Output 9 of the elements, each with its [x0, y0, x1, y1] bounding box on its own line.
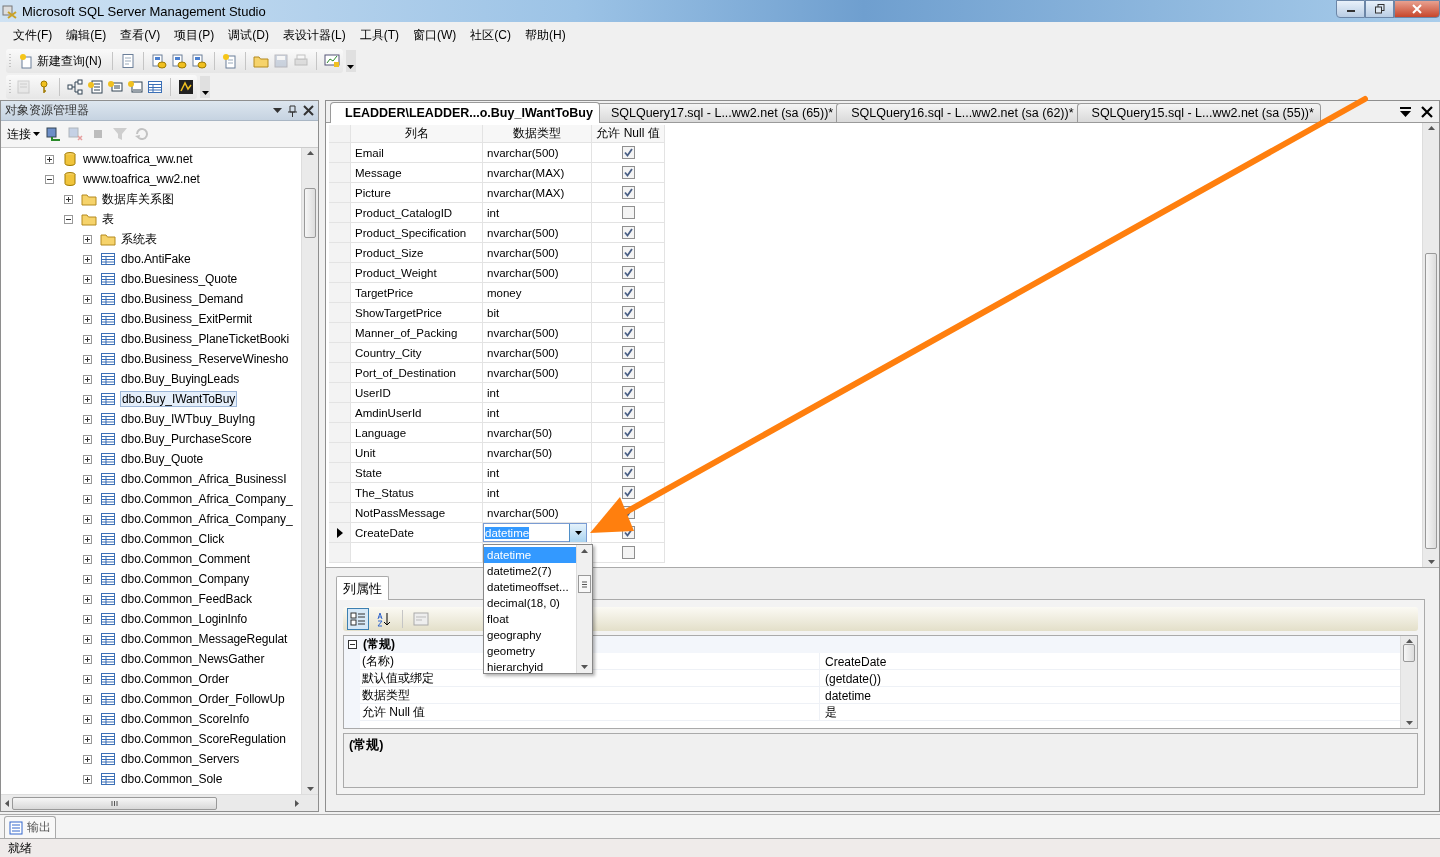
- panel-title: 对象资源管理器: [5, 102, 90, 119]
- property-name: 默认值或绑定: [362, 670, 434, 687]
- property-name: (名称): [362, 653, 394, 670]
- property-name: 数据类型: [362, 687, 410, 704]
- status-bar: 就绪: [0, 838, 1440, 857]
- category-label: (常规): [363, 636, 395, 653]
- window-title: Microsoft SQL Server Management Studio: [22, 3, 267, 19]
- description-panel: (常规): [343, 733, 1418, 788]
- property-name: 允许 Null 值: [362, 704, 426, 721]
